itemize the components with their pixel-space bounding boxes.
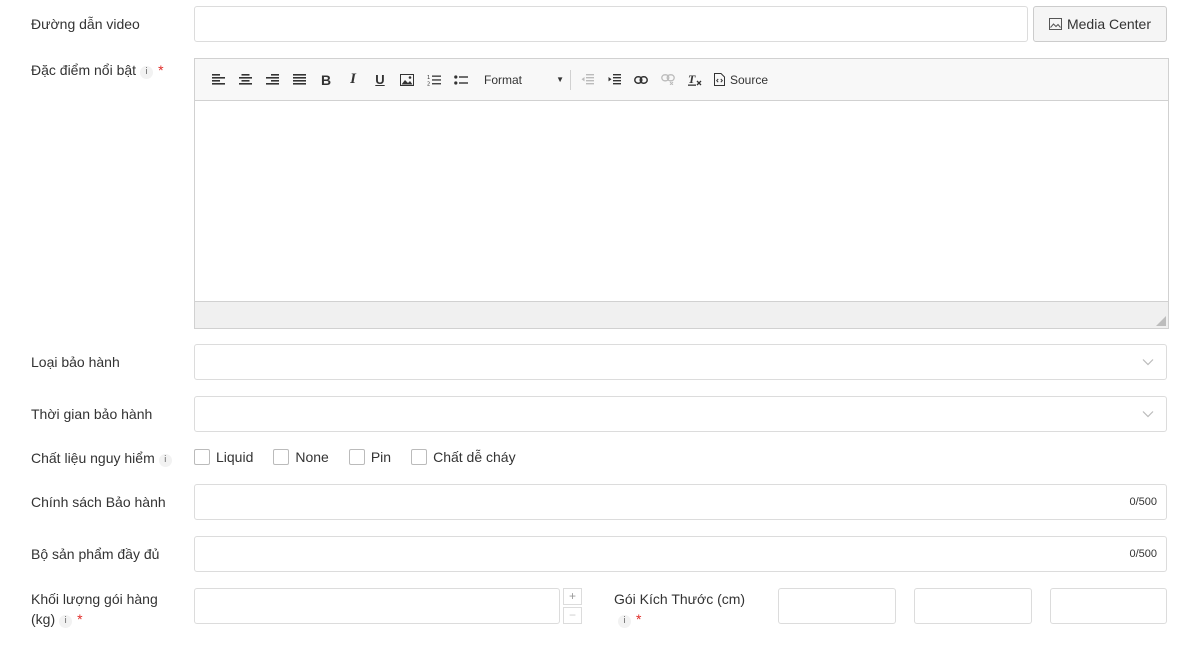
char-counter: 0/500 (1129, 496, 1157, 508)
dimensions-label: Gói Kích Thước (cm) i * (614, 589, 745, 629)
required-marker: * (77, 611, 83, 627)
align-justify-icon[interactable] (291, 70, 307, 90)
warranty-policy-label: Chính sách Bảo hành (31, 494, 166, 510)
warranty-type-select[interactable] (194, 344, 1167, 380)
editor-status-bar (195, 301, 1168, 328)
rich-text-editor: B I U 12 Format ▼ T Source (194, 58, 1169, 329)
hazmat-label: Chất liệu nguy hiểm i (31, 448, 172, 468)
align-right-icon[interactable] (264, 70, 280, 90)
numbered-list-icon[interactable]: 12 (426, 70, 442, 90)
image-icon (1048, 18, 1062, 30)
highlights-label-text: Đặc điểm nổi bật (31, 62, 137, 78)
weight-label: Khối lượng gói hàng (kg) i * (31, 589, 158, 629)
align-center-icon[interactable] (237, 70, 253, 90)
video-link-label: Đường dẫn video (31, 16, 140, 32)
hazmat-options: Liquid None Pin Chất dễ cháy (194, 449, 536, 465)
checkbox[interactable] (348, 449, 365, 465)
hazmat-option-flammable[interactable]: Chất dễ cháy (411, 449, 516, 465)
indent-icon[interactable] (606, 70, 622, 90)
insert-image-icon[interactable] (399, 70, 415, 90)
svg-text:2: 2 (427, 81, 430, 86)
svg-text:1: 1 (427, 75, 430, 81)
source-button[interactable]: Source (714, 73, 768, 87)
full-set-input[interactable]: 0/500 (194, 536, 1167, 572)
format-dropdown[interactable]: Format ▼ (484, 73, 564, 87)
outdent-icon[interactable] (579, 70, 595, 90)
weight-stepper: + − (563, 588, 582, 624)
chevron-down-icon (1142, 411, 1154, 418)
char-counter: 0/500 (1129, 548, 1157, 560)
toolbar-separator (570, 69, 571, 90)
checkbox[interactable] (273, 449, 290, 465)
hazmat-option-liquid[interactable]: Liquid (194, 449, 253, 465)
media-center-label: Media Center (1066, 16, 1152, 32)
source-label: Source (730, 72, 769, 87)
video-link-input[interactable] (194, 6, 1028, 42)
warranty-policy-input[interactable]: 0/500 (194, 484, 1167, 520)
required-marker: * (158, 62, 164, 78)
hazmat-option-pin[interactable]: Pin (348, 449, 391, 465)
warranty-time-label: Thời gian bảo hành (31, 406, 153, 422)
info-icon[interactable]: i (158, 454, 172, 467)
unlink-icon[interactable] (660, 70, 676, 90)
warranty-type-label: Loại bảo hành (31, 354, 120, 370)
dimension-length-input[interactable] (778, 588, 896, 624)
format-label: Format (484, 72, 523, 87)
hazmat-option-none[interactable]: None (273, 449, 329, 465)
underline-icon[interactable]: U (372, 70, 388, 90)
increment-button[interactable]: + (563, 588, 582, 605)
caret-down-icon: ▼ (556, 75, 564, 84)
dimensions-label-text: Gói Kích Thước (cm) (614, 591, 746, 607)
weight-input[interactable] (194, 588, 560, 624)
decrement-button[interactable]: − (563, 607, 582, 624)
align-left-icon[interactable] (210, 70, 226, 90)
checkbox[interactable] (194, 449, 210, 465)
resize-handle-icon[interactable] (1156, 316, 1166, 326)
weight-label-line2: (kg) (31, 611, 56, 627)
highlights-label: Đặc điểm nổi bật i * (31, 60, 164, 80)
info-icon[interactable]: i (140, 66, 154, 79)
italic-icon[interactable]: I (345, 70, 361, 90)
warranty-time-select[interactable] (194, 396, 1167, 432)
source-file-icon (714, 73, 725, 86)
editor-toolbar: B I U 12 Format ▼ T Source (195, 59, 1168, 101)
checkbox[interactable] (411, 449, 428, 465)
bold-icon[interactable]: B (318, 70, 334, 90)
info-icon[interactable]: i (59, 615, 73, 628)
chevron-down-icon (1142, 359, 1154, 366)
full-set-label: Bộ sản phẩm đầy đủ (31, 546, 160, 562)
editor-content-area[interactable] (195, 101, 1168, 301)
bulleted-list-icon[interactable] (453, 70, 469, 90)
hazmat-label-text: Chất liệu nguy hiểm (31, 450, 155, 466)
link-icon[interactable] (633, 70, 649, 90)
info-icon[interactable]: i (618, 615, 631, 628)
weight-label-line1: Khối lượng gói hàng (31, 591, 158, 607)
remove-format-icon[interactable]: T (687, 70, 703, 90)
dimension-height-input[interactable] (1050, 588, 1167, 624)
svg-text:T: T (688, 73, 696, 86)
required-marker: * (636, 611, 642, 627)
dimension-width-input[interactable] (914, 588, 1032, 624)
media-center-button[interactable]: Media Center (1033, 6, 1167, 42)
